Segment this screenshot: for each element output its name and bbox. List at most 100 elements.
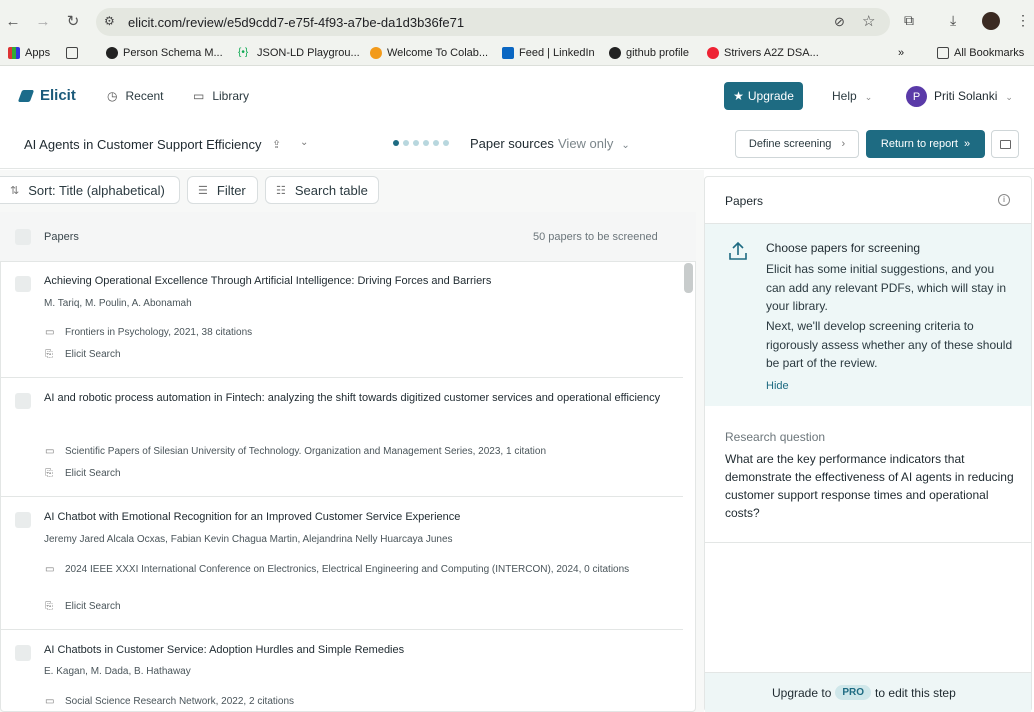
- reload-icon[interactable]: ↻: [64, 12, 82, 32]
- sort-icon: ⇅: [10, 184, 20, 197]
- info-icon[interactable]: i: [998, 194, 1010, 206]
- table-scrollbar[interactable]: [684, 263, 693, 293]
- paper-title[interactable]: AI Chatbot with Emotional Recognition fo…: [44, 509, 674, 526]
- row-checkbox[interactable]: [15, 393, 31, 409]
- bookmark-linkedin[interactable]: Feed | LinkedIn: [502, 47, 595, 59]
- grid-icon: [66, 47, 78, 59]
- suggestion-text: Elicit has some initial suggestions, and…: [766, 262, 1007, 313]
- site-info-icon[interactable]: ⚙: [104, 14, 115, 28]
- filter-icon: ☰: [198, 184, 208, 197]
- book-icon: ▭: [45, 446, 55, 457]
- profile-avatar[interactable]: [982, 12, 1000, 30]
- forward-icon[interactable]: →: [34, 12, 52, 32]
- define-screening-button[interactable]: Define screening ›: [735, 130, 859, 158]
- paper-authors: M. Tariq, M. Poulin, A. Abonamah: [44, 298, 192, 309]
- toggle-panel-button[interactable]: [991, 130, 1019, 158]
- book-icon: ▭: [45, 327, 55, 338]
- row-checkbox[interactable]: [15, 512, 31, 528]
- extensions-icon[interactable]: ⧉: [904, 12, 914, 29]
- bookmark-apps[interactable]: Apps: [8, 47, 50, 59]
- json-ld-icon: {•}: [238, 47, 249, 58]
- strivers-icon: [707, 47, 719, 59]
- paper-source: Elicit Search: [65, 349, 121, 360]
- paper-journal: Scientific Papers of Silesian University…: [65, 446, 547, 457]
- step-dot[interactable]: [433, 140, 439, 146]
- eye-off-icon[interactable]: ⊘: [834, 14, 845, 30]
- paper-title[interactable]: AI Chatbots in Customer Service: Adoptio…: [44, 642, 674, 659]
- chevron-right-icon: ›: [841, 138, 846, 150]
- bookmark-json-ld[interactable]: {•} JSON-LD Playgrou...: [238, 47, 360, 59]
- chevron-down-icon: ⌄: [1005, 92, 1013, 102]
- step-dot[interactable]: [403, 140, 409, 146]
- paper-journal: Frontiers in Psychology, 2021, 38 citati…: [65, 327, 253, 338]
- panel-title: Papers: [725, 194, 764, 208]
- step-dot[interactable]: [413, 140, 419, 146]
- folder-icon: [937, 47, 949, 59]
- research-question-text: What are the key performance indicators …: [725, 452, 1014, 520]
- row-checkbox[interactable]: [15, 276, 31, 292]
- bookmarks-more[interactable]: »: [898, 47, 904, 59]
- paper-journal: 2024 IEEE XXXI International Conference …: [65, 564, 630, 575]
- panel-divider: [705, 542, 1031, 543]
- clock-icon: ◷: [107, 89, 118, 103]
- return-to-report-button[interactable]: Return to report»: [866, 130, 985, 158]
- paper-authors: Jeremy Jared Alcala Ocxas, Fabian Kevin …: [44, 534, 453, 545]
- person-schema-icon: [106, 47, 118, 59]
- step-dot[interactable]: [443, 140, 449, 146]
- colab-icon: [370, 47, 382, 59]
- sort-button[interactable]: ⇅ Sort: Title (alphabetical): [0, 176, 180, 204]
- view-mode-select[interactable]: View only ⌄: [558, 136, 630, 151]
- chevron-down-icon[interactable]: ⌄: [300, 137, 308, 148]
- bookmark-colab[interactable]: Welcome To Colab...: [370, 47, 488, 59]
- elicit-logo[interactable]: Elicit: [17, 87, 76, 104]
- search-table-icon: ☷: [276, 184, 286, 197]
- user-menu[interactable]: Priti Solanki ⌄: [934, 89, 1013, 103]
- menu-icon[interactable]: ⋮: [1016, 12, 1030, 29]
- select-all-checkbox[interactable]: [15, 229, 31, 245]
- review-title[interactable]: AI Agents in Customer Support Efficiency: [24, 137, 262, 152]
- help-menu[interactable]: Help ⌄: [832, 89, 872, 103]
- hide-link[interactable]: Hide: [766, 380, 789, 392]
- step-dot[interactable]: [393, 140, 399, 146]
- nav-library[interactable]: ▭ Library: [193, 89, 249, 103]
- star-filled-icon: ★: [733, 89, 744, 103]
- column-header-papers: Papers: [44, 231, 79, 243]
- upgrade-prompt[interactable]: Upgrade to PRO to edit this step: [772, 685, 956, 700]
- pro-badge: PRO: [835, 685, 872, 700]
- all-bookmarks[interactable]: All Bookmarks: [937, 47, 1024, 59]
- step-dot[interactable]: [423, 140, 429, 146]
- star-icon[interactable]: ☆: [862, 12, 875, 30]
- paper-title[interactable]: Achieving Operational Excellence Through…: [44, 273, 674, 290]
- nav-recent[interactable]: ◷ Recent: [107, 89, 164, 103]
- upload-icon: [729, 241, 747, 260]
- book-icon: ▭: [45, 696, 55, 707]
- search-table-button[interactable]: ☷ Search table: [265, 176, 379, 204]
- papers-count: 50 papers to be screened: [533, 231, 658, 243]
- paper-title[interactable]: AI and robotic process automation in Fin…: [44, 390, 674, 407]
- suggestion-title: Choose papers for screening: [766, 241, 921, 255]
- url-text[interactable]: elicit.com/review/e5d9cdd7-e75f-4f93-a7b…: [128, 15, 464, 30]
- paper-source: Elicit Search: [65, 601, 121, 612]
- chevron-down-icon: ⌄: [621, 140, 630, 151]
- download-icon[interactable]: ⤓: [950, 12, 956, 29]
- row-checkbox[interactable]: [15, 645, 31, 661]
- paper-source: Elicit Search: [65, 468, 121, 479]
- user-avatar[interactable]: P: [906, 86, 927, 107]
- bookmark-tab-groups[interactable]: [66, 47, 83, 59]
- bookmark-strivers[interactable]: Strivers A2Z DSA...: [707, 47, 819, 59]
- row-divider: [1, 629, 683, 630]
- step-label: Paper sources: [470, 136, 554, 151]
- row-divider: [1, 496, 683, 497]
- bookmark-github[interactable]: github profile: [609, 47, 689, 59]
- search-doc-icon: ⎘: [45, 349, 53, 360]
- row-divider: [1, 377, 683, 378]
- filter-button[interactable]: ☰ Filter: [187, 176, 258, 204]
- back-icon[interactable]: ←: [4, 12, 22, 32]
- linkedin-icon: [502, 47, 514, 59]
- apps-grid-icon: [8, 47, 20, 59]
- upgrade-button[interactable]: ★ Upgrade: [724, 82, 803, 110]
- bookmark-person-schema[interactable]: Person Schema M...: [106, 47, 223, 59]
- step-progress: [393, 140, 449, 146]
- share-icon[interactable]: ⇪: [272, 138, 281, 151]
- library-icon: ▭: [193, 89, 205, 103]
